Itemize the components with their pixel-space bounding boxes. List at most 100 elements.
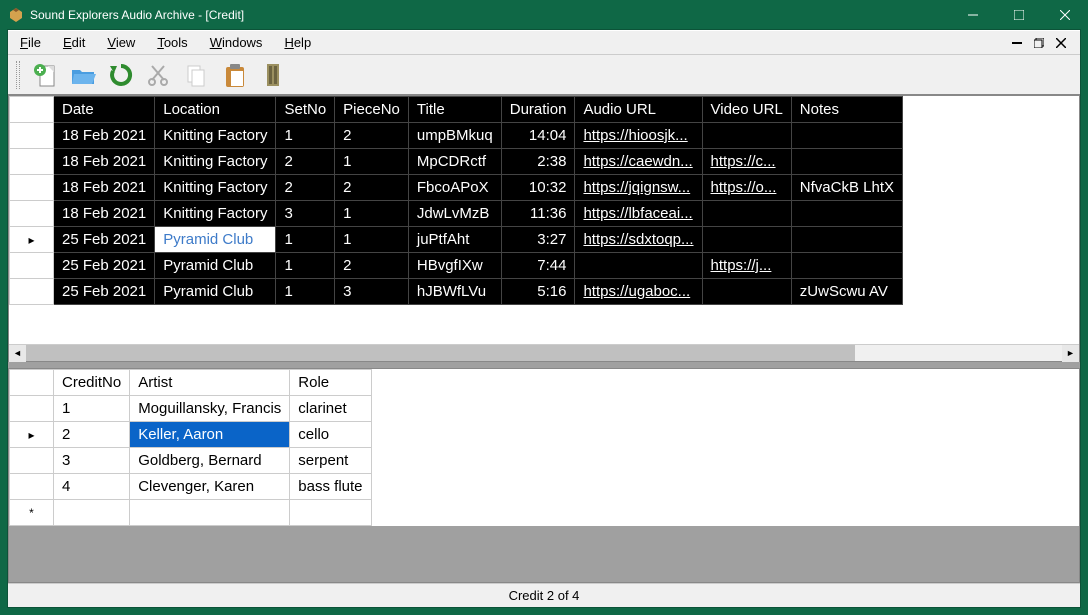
scroll-right[interactable]: ►: [1062, 345, 1079, 362]
cell-duration: 7:44: [501, 253, 575, 279]
mdi-restore[interactable]: [1032, 36, 1046, 50]
cell-notes: zUwScwu AV: [791, 279, 902, 305]
col-header[interactable]: SetNo: [276, 97, 335, 123]
cell-location: Knitting Factory: [155, 201, 276, 227]
col-header[interactable]: Role: [290, 370, 371, 396]
mdi-close[interactable]: [1054, 36, 1068, 50]
window-title: Sound Explorers Audio Archive - [Credit]: [30, 8, 950, 22]
toolbar: [8, 54, 1080, 94]
cell-role: cello: [290, 422, 371, 448]
cell-notes: NfvaCkB LhtX: [791, 175, 902, 201]
col-header[interactable]: PieceNo: [335, 97, 409, 123]
menubar: File Edit View Tools Windows Help: [8, 30, 1080, 54]
cell-notes: [791, 227, 902, 253]
menu-edit[interactable]: Edit: [63, 35, 85, 50]
cell-artist: Goldberg, Bernard: [130, 448, 290, 474]
paste-button[interactable]: [218, 58, 252, 92]
cell-duration: 5:16: [501, 279, 575, 305]
col-header[interactable]: Audio URL: [575, 97, 702, 123]
app-icon: [8, 7, 24, 23]
table-row[interactable]: 18 Feb 2021 Knitting Factory 2 1 MpCDRct…: [10, 149, 903, 175]
scroll-left[interactable]: ◄: [9, 345, 26, 362]
new-entry-icon: [32, 62, 58, 88]
col-header[interactable]: Duration: [501, 97, 575, 123]
toolbar-grip: [16, 61, 20, 89]
col-header[interactable]: Notes: [791, 97, 902, 123]
cell-role: bass flute: [290, 474, 371, 500]
cell-setno: 1: [276, 227, 335, 253]
close-button[interactable]: [1042, 0, 1088, 30]
cell-setno: 1: [276, 279, 335, 305]
cell-title: JdwLvMzB: [408, 201, 501, 227]
cell-pieceno: 3: [335, 279, 409, 305]
refresh-icon: [108, 62, 134, 88]
cut-icon: [146, 62, 172, 88]
cell-date: 25 Feb 2021: [54, 253, 155, 279]
col-header[interactable]: Location: [155, 97, 276, 123]
cell-date: 18 Feb 2021: [54, 175, 155, 201]
table-row[interactable]: 4 Clevenger, Karen bass flute: [10, 474, 372, 500]
cell-title: FbcoAPoX: [408, 175, 501, 201]
filter-button[interactable]: [256, 58, 290, 92]
col-header[interactable]: CreditNo: [54, 370, 130, 396]
cell-location: Knitting Factory: [155, 175, 276, 201]
grids-container: DateLocationSetNoPieceNoTitleDurationAud…: [8, 94, 1080, 583]
open-button[interactable]: [66, 58, 100, 92]
menu-view[interactable]: View: [107, 35, 135, 50]
cell-location: Pyramid Club: [155, 253, 276, 279]
menu-tools[interactable]: Tools: [157, 35, 187, 50]
cell-notes: [791, 123, 902, 149]
table-row[interactable]: 3 Goldberg, Bernard serpent: [10, 448, 372, 474]
new-button[interactable]: [28, 58, 62, 92]
new-row[interactable]: *: [10, 500, 372, 526]
cell-date: 18 Feb 2021: [54, 149, 155, 175]
table-row[interactable]: 1 Moguillansky, Francis clarinet: [10, 396, 372, 422]
cell-role: serpent: [290, 448, 371, 474]
maximize-button[interactable]: [996, 0, 1042, 30]
cut-button[interactable]: [142, 58, 176, 92]
cell-setno: 2: [276, 175, 335, 201]
menu-file[interactable]: File: [20, 35, 41, 50]
cell-video: [702, 227, 791, 253]
menu-help[interactable]: Help: [284, 35, 311, 50]
cell-audio: https://caewdn...: [575, 149, 702, 175]
cell-audio: https://lbfaceai...: [575, 201, 702, 227]
cell-artist: Clevenger, Karen: [130, 474, 290, 500]
table-row[interactable]: 25 Feb 2021 Pyramid Club 1 3 hJBWfLVu 5:…: [10, 279, 903, 305]
detail-grid[interactable]: CreditNoArtistRole 1 Moguillansky, Franc…: [8, 368, 1080, 583]
cell-creditno: 3: [54, 448, 130, 474]
client-area: File Edit View Tools Windows Help DateLo…: [8, 30, 1080, 607]
cell-pieceno: 2: [335, 123, 409, 149]
table-row[interactable]: 18 Feb 2021 Knitting Factory 3 1 JdwLvMz…: [10, 201, 903, 227]
cell-location: Pyramid Club: [155, 279, 276, 305]
col-header[interactable]: Date: [54, 97, 155, 123]
col-header[interactable]: Artist: [130, 370, 290, 396]
cell-audio: https://jqignsw...: [575, 175, 702, 201]
main-grid[interactable]: DateLocationSetNoPieceNoTitleDurationAud…: [8, 94, 1080, 362]
cell-date: 25 Feb 2021: [54, 279, 155, 305]
table-row[interactable]: 18 Feb 2021 Knitting Factory 1 2 umpBMku…: [10, 123, 903, 149]
minimize-button[interactable]: [950, 0, 996, 30]
table-row[interactable]: 18 Feb 2021 Knitting Factory 2 2 FbcoAPo…: [10, 175, 903, 201]
open-folder-icon: [70, 62, 96, 88]
cell-notes: [791, 201, 902, 227]
cell-location: Knitting Factory: [155, 123, 276, 149]
horizontal-scrollbar[interactable]: ◄ ►: [9, 344, 1079, 361]
menu-windows[interactable]: Windows: [210, 35, 263, 50]
cell-date: 18 Feb 2021: [54, 201, 155, 227]
cell-pieceno: 2: [335, 175, 409, 201]
table-row[interactable]: 25 Feb 2021 Pyramid Club 1 2 HBvgfIXw 7:…: [10, 253, 903, 279]
mdi-minimize[interactable]: [1010, 36, 1024, 50]
table-row[interactable]: ▸ 25 Feb 2021 Pyramid Club 1 1 juPtfAht …: [10, 227, 903, 253]
cell-notes: [791, 253, 902, 279]
cell-title: umpBMkuq: [408, 123, 501, 149]
cell-creditno: 4: [54, 474, 130, 500]
copy-button[interactable]: [180, 58, 214, 92]
cell-date: 18 Feb 2021: [54, 123, 155, 149]
col-header[interactable]: Title: [408, 97, 501, 123]
table-row[interactable]: ▸ 2 Keller, Aaron cello: [10, 422, 372, 448]
refresh-button[interactable]: [104, 58, 138, 92]
cell-video: [702, 123, 791, 149]
cell-setno: 1: [276, 253, 335, 279]
col-header[interactable]: Video URL: [702, 97, 791, 123]
